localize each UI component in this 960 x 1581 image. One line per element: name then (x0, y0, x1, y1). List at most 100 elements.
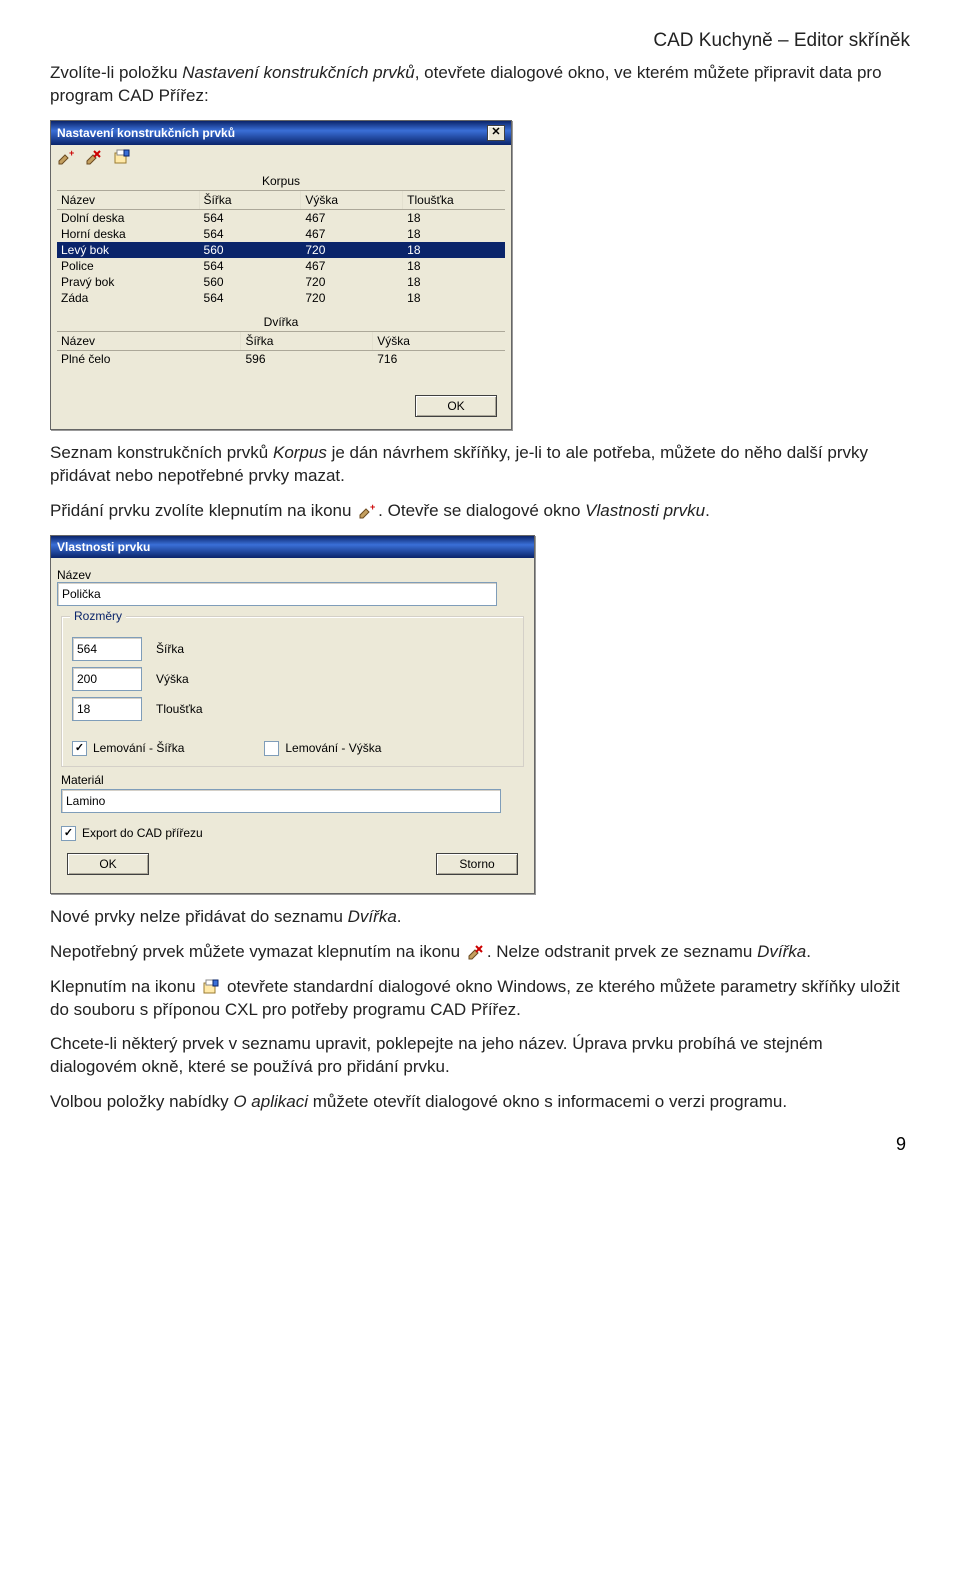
height-label: Výška (156, 672, 189, 686)
save-icon[interactable] (113, 149, 131, 165)
width-label: Šířka (156, 642, 184, 656)
svg-text:+: + (69, 149, 74, 158)
col-name[interactable]: Název (57, 191, 200, 209)
text: můžete otevřít dialogové okno s informac… (308, 1092, 787, 1111)
table-row-selected[interactable]: Levý bok56072018 (57, 242, 505, 258)
cell: 564 (200, 290, 302, 306)
cell: Plné čelo (57, 351, 241, 367)
height-input[interactable] (72, 667, 142, 691)
checkbox-label: Export do CAD přířezu (82, 826, 203, 840)
cell: 720 (301, 242, 403, 258)
text-italic: Dvířka (348, 907, 397, 926)
table-row[interactable]: Záda56472018 (57, 290, 505, 306)
text: Nepotřebný prvek můžete vymazat klepnutí… (50, 942, 465, 961)
text: Zvolíte-li položku (50, 63, 182, 82)
group-dimensions: Rozměry Šířka Výška Tloušťka Lemování - … (61, 616, 524, 767)
cell: 467 (301, 210, 403, 226)
cell: 720 (301, 274, 403, 290)
text: . Otevře se dialogové okno (378, 501, 585, 520)
dialog-construction-elements: Nastavení konstrukčních prvků ✕ + Korpus… (50, 120, 512, 430)
cell: 18 (403, 290, 505, 306)
table-row[interactable]: Horní deska56446718 (57, 226, 505, 242)
ok-button[interactable]: OK (67, 853, 149, 875)
svg-text:+: + (370, 503, 375, 512)
col-thickness[interactable]: Tloušťka (403, 191, 505, 209)
checkbox-label: Lemování - Výška (285, 741, 381, 755)
width-input[interactable] (72, 637, 142, 661)
table-row[interactable]: Plné čelo596716 (57, 351, 505, 367)
delete-icon[interactable] (85, 149, 103, 165)
cell: 564 (200, 210, 302, 226)
cell: Police (57, 258, 200, 274)
paragraph: Klepnutím na ikonu otevřete standardní d… (50, 976, 910, 1022)
col-width[interactable]: Šířka (200, 191, 302, 209)
cell: Levý bok (57, 242, 200, 258)
cell: 18 (403, 258, 505, 274)
thickness-label: Tloušťka (156, 702, 203, 716)
col-width[interactable]: Šířka (241, 332, 373, 350)
text: Volbou položky nabídky (50, 1092, 233, 1111)
cell: 720 (301, 290, 403, 306)
checkbox-label: Lemování - Šířka (93, 741, 184, 755)
cell: Dolní deska (57, 210, 200, 226)
material-input[interactable] (61, 789, 501, 813)
cell: Záda (57, 290, 200, 306)
text: . (397, 907, 402, 926)
edging-height-checkbox[interactable]: Lemování - Výška (264, 741, 381, 756)
table-row[interactable]: Dolní deska56446718 (57, 210, 505, 226)
thickness-input[interactable] (72, 697, 142, 721)
cell: 560 (200, 274, 302, 290)
text-italic: O aplikaci (233, 1092, 308, 1111)
paragraph: Nepotřebný prvek můžete vymazat klepnutí… (50, 941, 910, 964)
dialog-title: Vlastnosti prvku (57, 540, 150, 554)
col-height[interactable]: Výška (301, 191, 403, 209)
text: Přidání prvku zvolíte klepnutím na ikonu (50, 501, 356, 520)
cell: 467 (301, 258, 403, 274)
korpus-header: Název Šířka Výška Tloušťka (57, 191, 505, 210)
add-icon[interactable]: + (57, 149, 75, 165)
paragraph: Seznam konstrukčních prvků Korpus je dán… (50, 442, 910, 488)
paragraph: Přidání prvku zvolíte klepnutím na ikonu… (50, 500, 910, 523)
material-label: Materiál (61, 773, 524, 787)
text-italic: Vlastnosti prvku (585, 501, 705, 520)
ok-button[interactable]: OK (415, 395, 497, 417)
cancel-button[interactable]: Storno (436, 853, 518, 875)
cell: Horní deska (57, 226, 200, 242)
dialog-title: Nastavení konstrukčních prvků (57, 126, 235, 140)
col-name[interactable]: Název (57, 332, 241, 350)
paragraph: Volbou položky nabídky O aplikaci můžete… (50, 1091, 910, 1114)
cell: 18 (403, 210, 505, 226)
text: . Nelze odstranit prvek ze seznamu (487, 942, 757, 961)
page-header: CAD Kuchyně – Editor skříněk (50, 30, 910, 52)
cell: 564 (200, 226, 302, 242)
cell: Pravý bok (57, 274, 200, 290)
col-height[interactable]: Výška (373, 332, 505, 350)
toolbar: + (51, 145, 511, 171)
menu-item-name: Nastavení konstrukčních prvků (182, 63, 414, 82)
paragraph: Nové prvky nelze přidávat do seznamu Dví… (50, 906, 910, 929)
paragraph: Chcete-li některý prvek v seznamu upravi… (50, 1033, 910, 1079)
titlebar[interactable]: Nastavení konstrukčních prvků ✕ (51, 121, 511, 145)
text: Seznam konstrukčních prvků (50, 443, 273, 462)
text: . (705, 501, 710, 520)
text: Klepnutím na ikonu (50, 977, 200, 996)
close-icon[interactable]: ✕ (487, 125, 505, 141)
cell: 18 (403, 242, 505, 258)
titlebar[interactable]: Vlastnosti prvku (51, 536, 534, 558)
group-legend: Rozměry (70, 609, 126, 623)
dvirka-header: Název Šířka Výška (57, 332, 505, 351)
export-checkbox[interactable]: Export do CAD přířezu (61, 826, 203, 841)
cell: 560 (200, 242, 302, 258)
text: Nové prvky nelze přidávat do seznamu (50, 907, 348, 926)
page-number: 9 (50, 1134, 906, 1155)
text-italic: Korpus (273, 443, 327, 462)
intro-paragraph: Zvolíte-li položku Nastavení konstrukční… (50, 62, 910, 108)
cell: 18 (403, 226, 505, 242)
cell: 467 (301, 226, 403, 242)
name-input[interactable] (57, 582, 497, 606)
text-italic: Dvířka (757, 942, 806, 961)
table-row[interactable]: Pravý bok56072018 (57, 274, 505, 290)
table-row[interactable]: Police56446718 (57, 258, 505, 274)
edging-width-checkbox[interactable]: Lemování - Šířka (72, 741, 184, 756)
delete-icon (467, 944, 485, 960)
